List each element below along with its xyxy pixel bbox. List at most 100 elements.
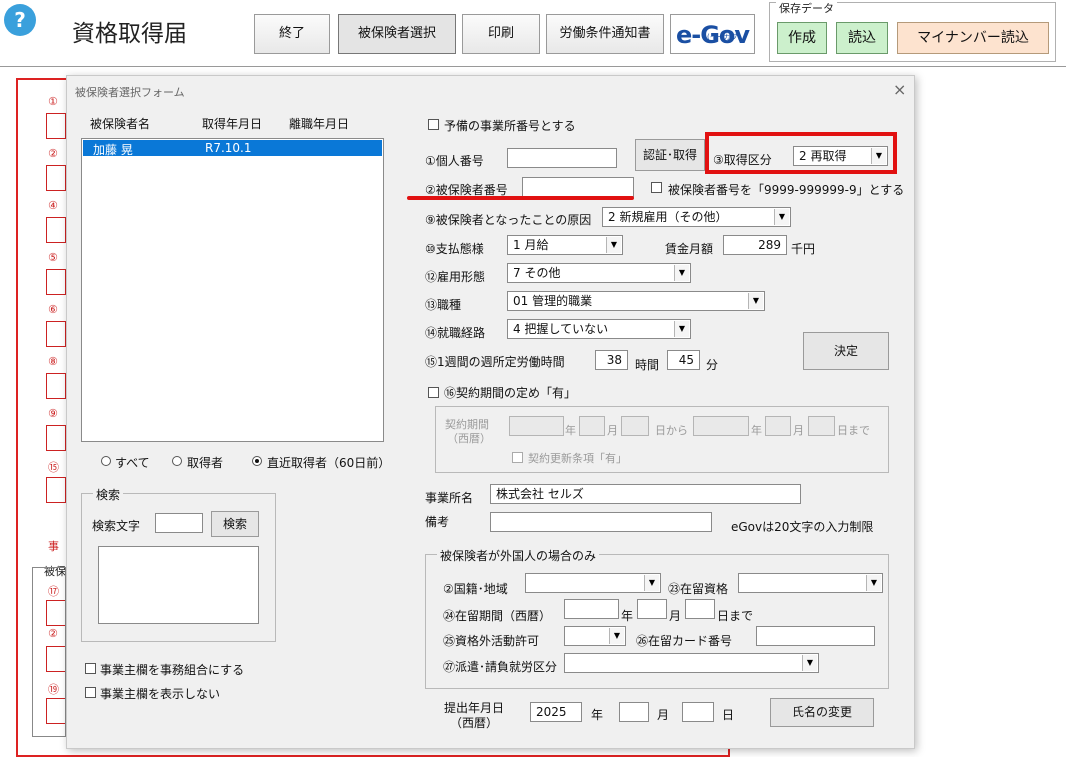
minutes-input[interactable]: 45 [667, 350, 700, 370]
union-label: 事業主欄を事務組合にする [100, 663, 245, 677]
decide-button[interactable]: 決定 [803, 332, 889, 370]
create-button[interactable]: 作成 [777, 22, 827, 54]
stay-month-input[interactable] [637, 599, 667, 619]
search-results-list[interactable] [98, 546, 259, 624]
contract-from-label: 日から [655, 424, 688, 437]
filter-recent-radio[interactable] [252, 456, 262, 466]
egov-kana: (イーガブ) [707, 33, 741, 41]
select-insured-button[interactable]: 被保険者選択 [338, 14, 456, 54]
cause-value: 2 新規雇用（その他） [608, 210, 728, 224]
contract-end-month[interactable] [765, 416, 791, 436]
background-input-box [46, 373, 66, 399]
insured-no-dummy-checkbox[interactable] [651, 182, 662, 193]
background-label: ⑥ [48, 303, 58, 316]
status-select[interactable]: ▼ [738, 573, 883, 593]
route-select[interactable]: 4 把握していない ▼ [507, 319, 691, 339]
contract-end-year-unit: 年 [751, 424, 762, 437]
permit-select[interactable]: ▼ [564, 626, 626, 646]
search-label: 検索文字 [92, 519, 141, 533]
close-icon[interactable]: × [893, 80, 906, 99]
stay-year-input[interactable] [564, 599, 619, 619]
list-item[interactable]: 加藤 晃 R7.10.1 [83, 140, 382, 157]
union-checkbox[interactable] [85, 663, 96, 674]
pay-value: 1 月給 [513, 238, 549, 252]
job-select[interactable]: 01 管理的職業 ▼ [507, 291, 765, 311]
contract-start-day[interactable] [621, 416, 649, 436]
col-header-name: 被保険者名 [90, 117, 151, 131]
contract-until-label: 日まで [837, 424, 870, 437]
job-value: 01 管理的職業 [513, 294, 593, 308]
remarks-input[interactable] [490, 512, 712, 532]
hide-employer-checkbox[interactable] [85, 687, 96, 698]
route-value: 4 把握していない [513, 322, 609, 336]
labor-notice-button[interactable]: 労働条件通知書 [546, 14, 664, 54]
search-button[interactable]: 検索 [211, 511, 259, 537]
employ-select[interactable]: 7 その他 ▼ [507, 263, 691, 283]
submit-month-input[interactable] [619, 702, 649, 722]
office-input[interactable]: 株式会社 セルズ [490, 484, 801, 504]
filter-acquirer-label: 取得者 [187, 456, 224, 470]
chevron-down-icon: ▼ [748, 293, 763, 309]
acq-type-select[interactable]: 2 再取得 ▼ [793, 146, 888, 166]
stay-until-label: 日まで [717, 609, 754, 623]
hours-input[interactable]: 38 [595, 350, 628, 370]
cause-select[interactable]: 2 新規雇用（その他） ▼ [602, 207, 791, 227]
contract-end-day[interactable] [808, 416, 835, 436]
contract-start-year[interactable] [509, 416, 564, 436]
submit-sub: （西暦） [450, 716, 499, 730]
save-data-label: 保存データ [776, 0, 837, 16]
background-group-frame [32, 567, 66, 737]
pay-select[interactable]: 1 月給 ▼ [507, 235, 623, 255]
contract-period-sub: （西暦） [447, 432, 491, 445]
print-button[interactable]: 印刷 [462, 14, 540, 54]
nation-select[interactable]: ▼ [525, 573, 661, 593]
chevron-down-icon: ▼ [774, 209, 789, 225]
employ-label: ⑫雇用形態 [425, 270, 486, 284]
help-icon[interactable]: ? [4, 4, 36, 36]
wage-input[interactable]: 289 [723, 235, 787, 255]
background-input-box [46, 425, 66, 451]
stay-day-input[interactable] [685, 599, 715, 619]
mynumber-read-button[interactable]: マイナンバー読込 [897, 22, 1049, 54]
rename-button[interactable]: 氏名の変更 [770, 698, 874, 727]
pay-label: ⑩支払態様 [425, 242, 484, 256]
insured-no-input[interactable] [522, 177, 634, 197]
filter-all-radio[interactable] [101, 456, 111, 466]
contract-start-month[interactable] [579, 416, 605, 436]
dialog-title: 被保険者選択フォーム [75, 86, 185, 99]
chevron-down-icon: ▼ [802, 655, 817, 671]
auth-button[interactable]: 認証･取得 [635, 139, 705, 171]
background-input-box [46, 113, 66, 139]
route-label: ⑭就職経路 [425, 326, 486, 340]
list-item-acquired: R7.10.1 [205, 141, 252, 155]
contract-checkbox[interactable] [428, 387, 439, 398]
contract-renew-checkbox[interactable] [512, 452, 523, 463]
spare-office-checkbox[interactable] [428, 119, 439, 130]
dispatch-select[interactable]: ▼ [564, 653, 819, 673]
card-input[interactable] [756, 626, 875, 646]
filter-acquirer-radio[interactable] [172, 456, 182, 466]
read-button[interactable]: 読込 [836, 22, 888, 54]
red-underline [407, 196, 634, 200]
search-group-title: 検索 [93, 486, 124, 503]
personal-no-input[interactable] [507, 148, 617, 168]
nation-label: ②国籍･地域 [443, 582, 508, 596]
foreign-group-title: 被保険者が外国人の場合のみ [437, 547, 600, 564]
search-input[interactable] [155, 513, 203, 533]
background-label: ⑮ [48, 461, 59, 474]
exit-button[interactable]: 終了 [254, 14, 330, 54]
background-label: ② [48, 147, 58, 160]
insured-list[interactable]: 加藤 晃 R7.10.1 [81, 138, 384, 442]
dispatch-label: ㉗派遣･請負就労区分 [443, 660, 558, 674]
minutes-unit: 分 [706, 358, 719, 372]
list-item-name: 加藤 晃 [93, 143, 133, 157]
contract-end-year[interactable] [693, 416, 749, 436]
submit-year-input[interactable]: 2025 [530, 702, 582, 722]
hours-label: ⑮1週間の週所定労働時間 [425, 355, 565, 369]
submit-day-input[interactable] [682, 702, 714, 722]
col-header-acquired: 取得年月日 [202, 117, 263, 131]
remarks-note: eGovは20文字の入力制限 [731, 520, 874, 534]
filter-all-label: すべて [115, 456, 150, 470]
card-label: ㉖在留カード番号 [636, 634, 733, 648]
egov-button[interactable]: (イーガブ) e-Gov [670, 14, 755, 54]
